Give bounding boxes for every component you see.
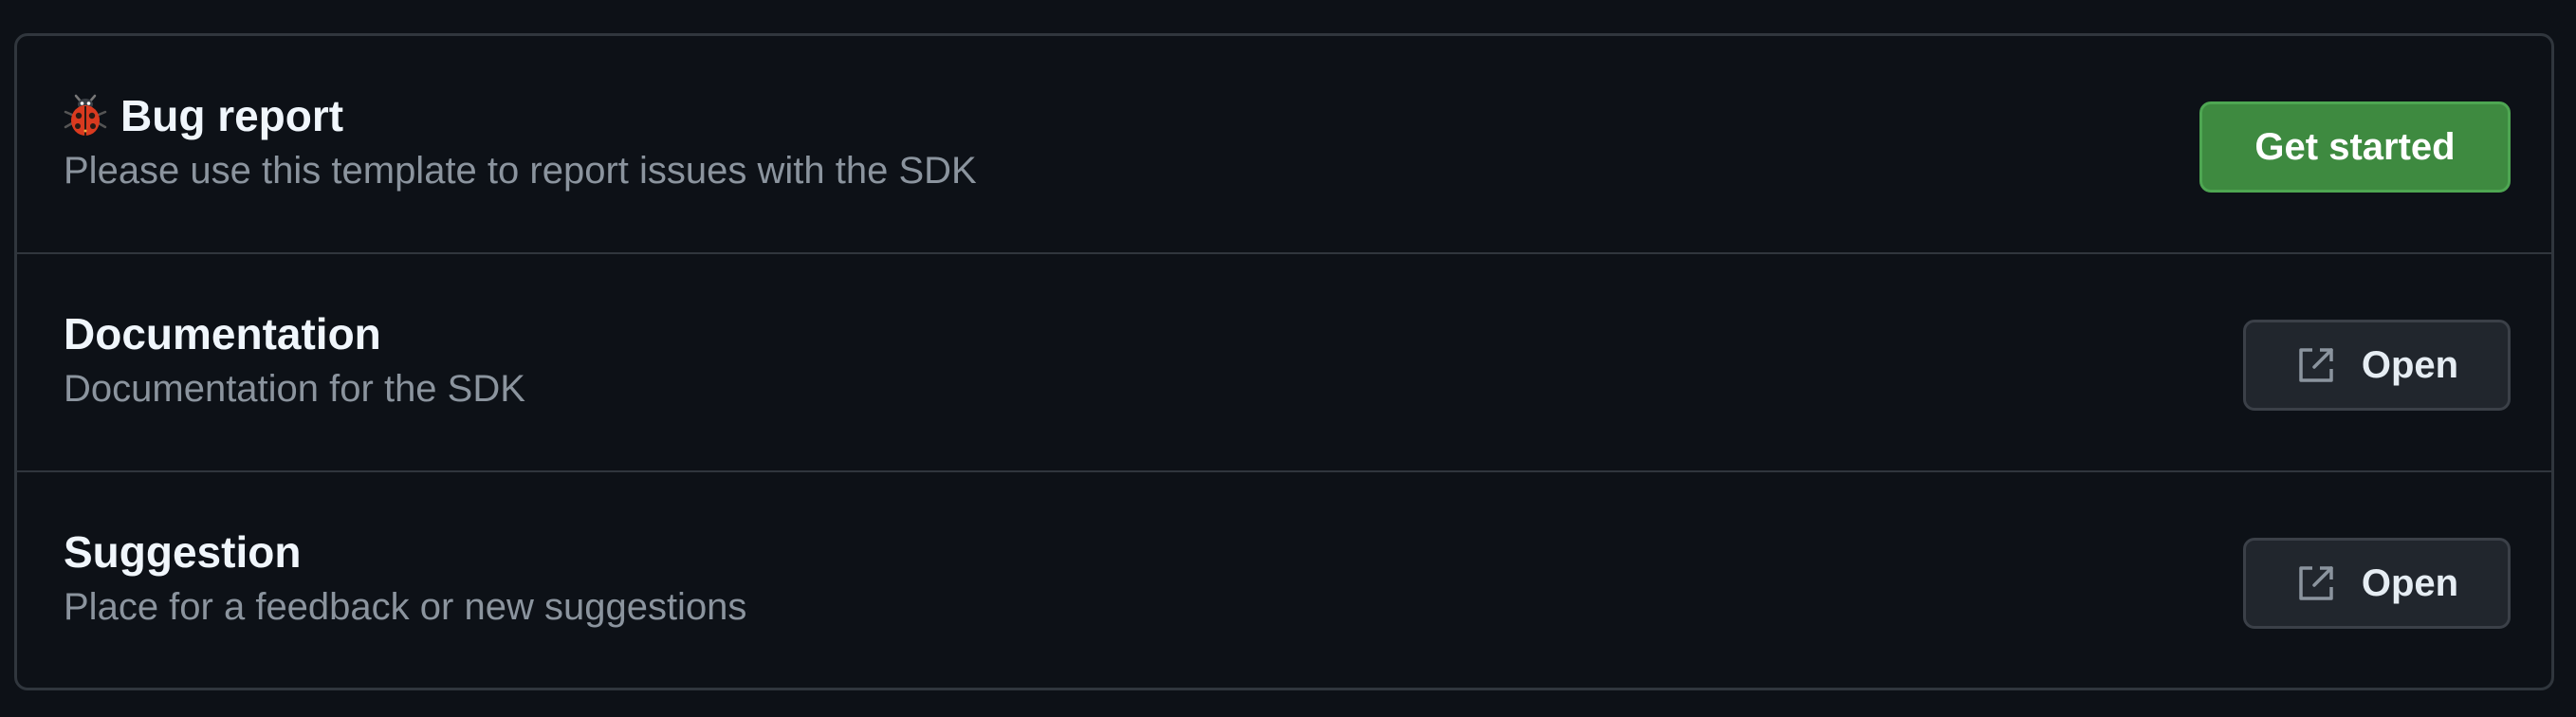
template-title-text: Documentation [64, 309, 381, 358]
open-suggestion-button[interactable]: Open [2243, 538, 2511, 629]
template-description: Place for a feedback or new suggestions [64, 586, 747, 628]
link-external-icon [2299, 566, 2333, 600]
button-label: Open [2361, 343, 2459, 386]
ladybug-icon [64, 94, 107, 136]
template-title-text: Bug report [120, 91, 344, 140]
template-row-documentation: Documentation Documentation for the SDK … [17, 254, 2551, 472]
link-external-icon [2299, 348, 2333, 382]
template-description: Please use this template to report issue… [64, 150, 977, 192]
button-label: Get started [2254, 125, 2456, 168]
template-title: Bug report [64, 89, 343, 142]
template-title: Suggestion [64, 525, 301, 579]
template-row-suggestion: Suggestion Place for a feedback or new s… [17, 472, 2551, 688]
open-documentation-button[interactable]: Open [2243, 320, 2511, 411]
issue-template-list: Bug report Please use this template to r… [14, 33, 2554, 690]
button-label: Open [2361, 561, 2459, 604]
get-started-button[interactable]: Get started [2199, 101, 2511, 193]
template-title: Documentation [64, 307, 381, 360]
template-row-bug-report: Bug report Please use this template to r… [17, 36, 2551, 254]
template-title-text: Suggestion [64, 527, 302, 577]
template-description: Documentation for the SDK [64, 368, 525, 410]
